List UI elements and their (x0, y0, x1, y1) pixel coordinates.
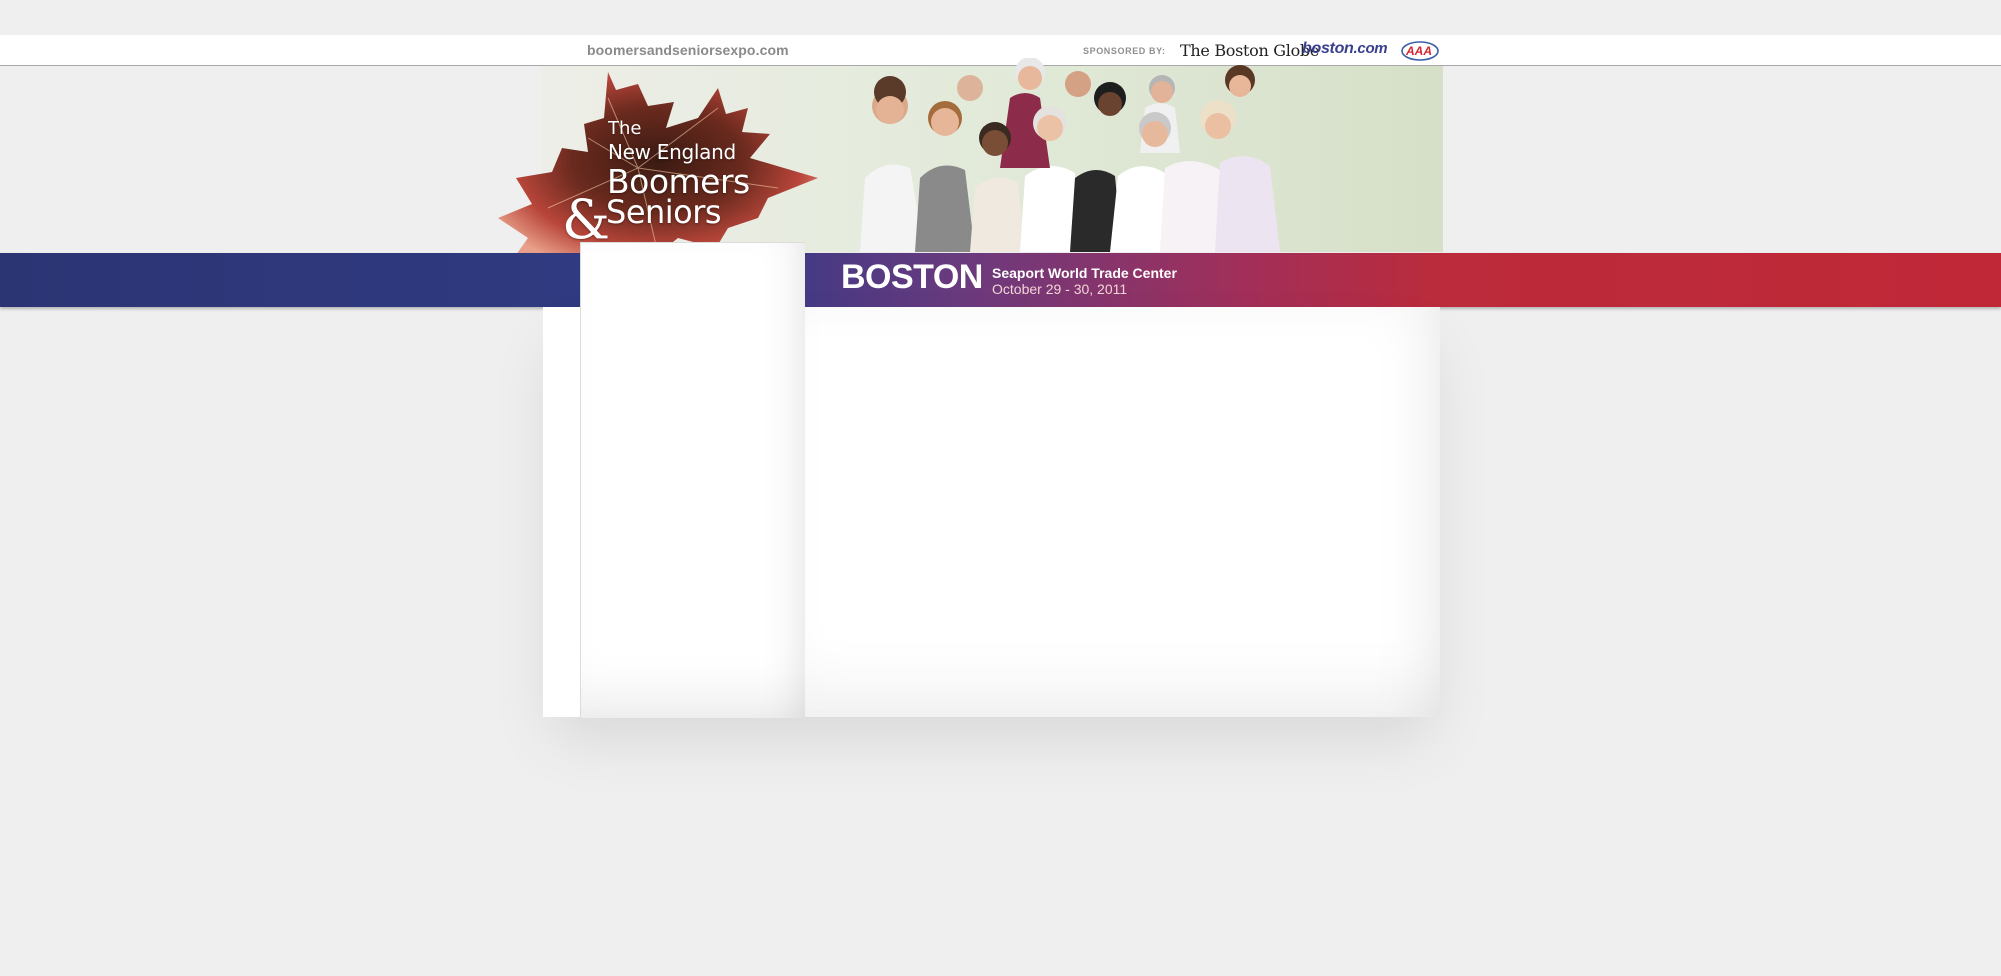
site-url-link[interactable]: boomersandseniorsexpo.com (587, 42, 789, 58)
title-new-england: New England (608, 140, 736, 164)
title-seniors: Seniors (606, 193, 722, 231)
group-photo (860, 58, 1280, 252)
bostoncom-logo[interactable]: boston.com (1302, 40, 1388, 58)
svg-text:AAA: AAA (1405, 44, 1432, 58)
bostoncom-logo-main: boston (1302, 40, 1354, 57)
bostoncom-logo-suffix: .com (1353, 40, 1388, 57)
sponsored-by-label: SPONSORED BY: (1083, 46, 1166, 56)
aaa-logo[interactable]: AAA (1400, 38, 1440, 64)
event-city: BOSTON (841, 258, 983, 296)
main-content-area (805, 307, 1440, 717)
sidebar-panel (580, 242, 805, 718)
title-the: The (608, 118, 642, 139)
event-dates: October 29 - 30, 2011 (992, 281, 1128, 297)
event-venue: Seaport World Trade Center (992, 265, 1177, 281)
